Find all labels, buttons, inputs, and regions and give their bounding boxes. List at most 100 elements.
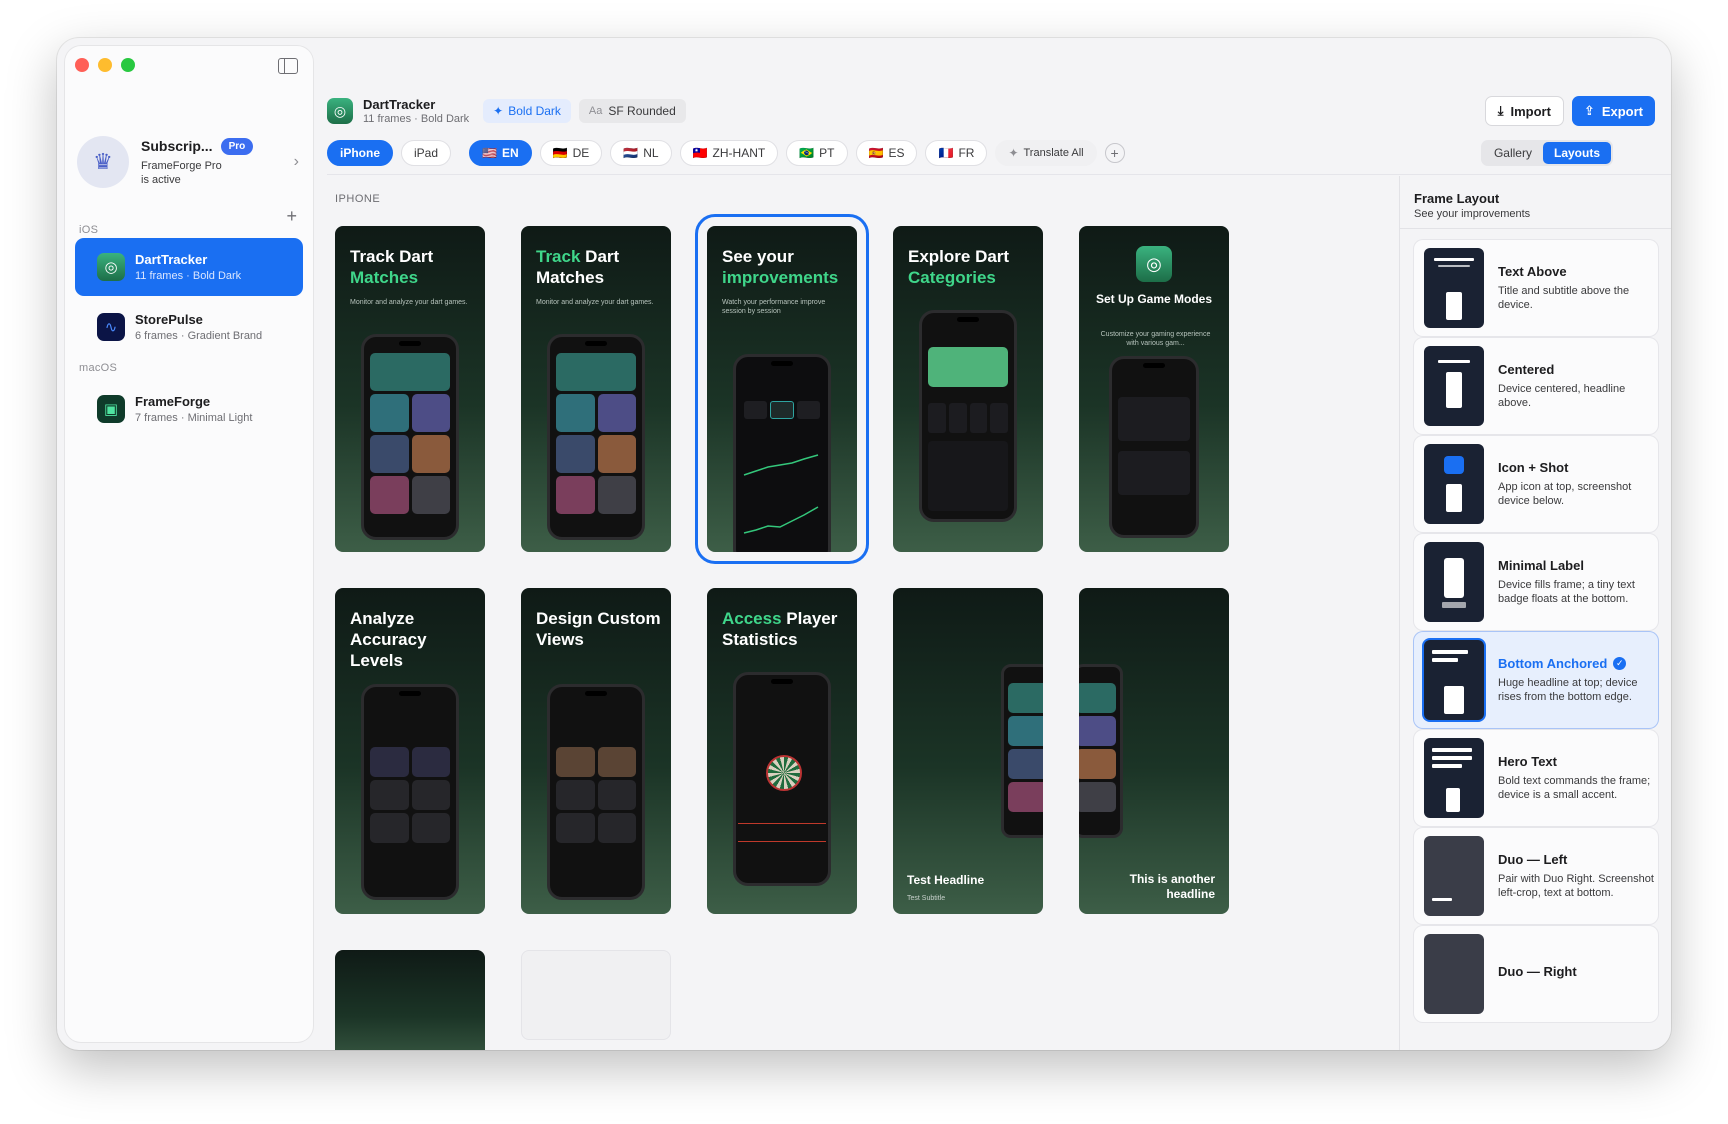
device-mockup (1109, 356, 1199, 538)
empty-frame-slot[interactable] (521, 950, 671, 1040)
layout-thumbnail (1424, 248, 1484, 328)
frames-canvas: IPHONE Track Dart Matches Monitor and ana… (313, 176, 1399, 1050)
device-mockup (919, 310, 1017, 522)
layout-name: Text Above (1498, 264, 1567, 279)
lang-tab-nl[interactable]: 🇳🇱 NL (610, 140, 672, 166)
project-meta: 6 frames · Gradient Brand (135, 330, 263, 342)
pulse-icon: ∿ (97, 313, 125, 341)
layout-name: Icon + Shot (1498, 460, 1569, 475)
theme-chip[interactable]: ✦ Bold Dark (483, 99, 571, 123)
subscription-title: Subscrip... (141, 138, 213, 154)
frame-card[interactable]: Track Dart Matches Monitor and analyze y… (521, 226, 671, 552)
view-tab-layouts[interactable]: Layouts (1542, 142, 1611, 164)
app-meta: 11 frames · Bold Dark (363, 113, 470, 125)
frame-subtitle: Test Subtitle (907, 895, 946, 902)
lang-tab-fr[interactable]: 🇫🇷 FR (925, 140, 988, 166)
layout-name: Centered (1498, 362, 1555, 377)
layout-option-minimal-label[interactable]: Minimal Label Device fills frame; a tiny… (1414, 534, 1658, 630)
chevron-right-icon: › (293, 153, 299, 170)
toolbar: iPhone iPad 🇺🇸 EN 🇩🇪 DE 🇳🇱 NL 🇹🇼 ZH-HANT 🇧🇷 P… (327, 136, 1671, 175)
frame-headline: Set Up Game Modes (1095, 292, 1213, 306)
layout-option-centered[interactable]: Centered Device centered, headline above… (1414, 338, 1658, 434)
device-mockup (361, 684, 459, 900)
frame-headline: Test Headline (907, 873, 985, 887)
dartboard-icon (766, 755, 802, 791)
device-tab-ipad[interactable]: iPad (401, 140, 452, 166)
zoom-window-button[interactable] (121, 58, 135, 72)
layout-desc: Pair with Duo Right. Screenshot left-cro… (1498, 873, 1654, 899)
frame-card[interactable]: Test Headline Test Subtitle (893, 588, 1043, 914)
layout-desc: Title and subtitle above the device. (1498, 285, 1630, 311)
import-button[interactable]: ⤓ Import (1484, 96, 1564, 126)
frame-card[interactable]: ◎ Set Up Game Modes Customize your gamin… (1079, 226, 1229, 552)
layout-option-duo-right[interactable]: Duo — Right (1414, 926, 1658, 1022)
lang-tab-pt[interactable]: 🇧🇷 PT (786, 140, 848, 166)
device-tab-iphone[interactable]: iPhone (327, 140, 394, 166)
layout-name: Hero Text (1498, 754, 1557, 769)
section-label-ios: iOS (79, 224, 99, 236)
sparkle-icon: ✦ (493, 104, 504, 118)
device-mockup (733, 354, 831, 552)
font-chip[interactable]: Aa SF Rounded (578, 99, 686, 123)
sidebar-toggle-icon[interactable] (278, 58, 298, 74)
panel-title: Frame Layout (1414, 191, 1500, 206)
frame-headline: Track Dart Matches (350, 247, 434, 287)
device-mockup (361, 334, 459, 540)
layout-option-duo-left[interactable]: Duo — Left Pair with Duo Right. Screensh… (1414, 828, 1658, 924)
sidebar-item-darttracker[interactable]: ◎ DartTracker 11 frames · Bold Dark (75, 238, 303, 296)
import-icon: ⤓ (1497, 103, 1504, 118)
sidebar-item-storepulse[interactable]: ∿ StorePulse 6 frames · Gradient Brand (75, 298, 303, 356)
frame-headline: This is another headline (1129, 872, 1215, 901)
frame-card[interactable]: Design Custom Views (521, 588, 671, 914)
device-mockup (733, 672, 831, 886)
lang-tab-de[interactable]: 🇩🇪 DE (539, 140, 603, 166)
layout-thumbnail (1424, 640, 1484, 720)
lang-tab-zh-hant[interactable]: 🇹🇼 ZH-HANT (679, 140, 779, 166)
layout-option-bottom-anchored[interactable]: Bottom Anchored ✓ Huge headline at top; d… (1414, 632, 1658, 728)
layout-option-hero-text[interactable]: Hero Text Bold text commands the frame; … (1414, 730, 1658, 826)
subscription-status: FrameForge Pro is active (141, 159, 222, 186)
translate-all-button[interactable]: ✦ Translate All (995, 140, 1097, 166)
view-tab-gallery[interactable]: Gallery (1483, 142, 1543, 164)
frame-headline: Track Dart Matches (536, 247, 620, 287)
app-window: ♛ Subscrip... Pro FrameForge Pro is acti… (57, 38, 1671, 1050)
frame-card[interactable]: Explore Dart Categories (893, 226, 1043, 552)
layout-desc: App icon at top, screenshot device below… (1498, 481, 1632, 507)
frame-card[interactable]: Access Player Statistics (707, 588, 857, 914)
frame-card[interactable] (335, 950, 485, 1050)
frame-card[interactable]: Analyze Accuracy Levels (335, 588, 485, 914)
minimize-window-button[interactable] (98, 58, 112, 72)
project-name: DartTracker (135, 252, 208, 267)
layout-desc: Huge headline at top; device rises from … (1498, 677, 1638, 703)
panel-subtitle: See your improvements (1414, 208, 1531, 220)
layout-option-icon-shot[interactable]: Icon + Shot App icon at top, screenshot … (1414, 436, 1658, 532)
frame-headline: Access Player Statistics (722, 609, 838, 649)
frame-headline: Explore Dart Categories (908, 247, 1010, 287)
frame-subtitle: Watch your performance improve session b… (722, 299, 826, 315)
lang-tab-es[interactable]: 🇪🇸 ES (855, 140, 918, 166)
layout-option-text-above[interactable]: Text Above Title and subtitle above the … (1414, 240, 1658, 336)
frame-subtitle: Customize your gaming experience with va… (1100, 331, 1211, 347)
frame-headline: See your improvements (722, 247, 839, 287)
frame-headline: Analyze Accuracy Levels (350, 609, 427, 670)
add-language-button[interactable]: + (1104, 143, 1125, 163)
frame-card[interactable]: This is another headline (1079, 588, 1229, 914)
device-mockup (1001, 664, 1043, 838)
frame-layout-panel: Frame Layout See your improvements Text … (1399, 176, 1671, 1050)
subscription-card[interactable]: ♛ Subscrip... Pro FrameForge Pro is acti… (77, 126, 303, 198)
line-chart-graphic (743, 454, 819, 476)
lang-tab-en[interactable]: 🇺🇸 EN (469, 140, 532, 166)
layout-thumbnail (1424, 346, 1484, 426)
frame-card-selected[interactable]: See your improvements Watch your performa… (695, 214, 869, 564)
add-project-button[interactable]: + (286, 206, 297, 227)
device-mockup (547, 334, 645, 540)
frame-subtitle: Monitor and analyze your dart games. (350, 299, 468, 306)
export-button[interactable]: ⇪ Export (1571, 96, 1655, 126)
layout-name: Duo — Right (1498, 964, 1577, 979)
divider (1400, 228, 1671, 229)
frame-headline: Design Custom Views (536, 609, 661, 649)
frame-card[interactable]: Track Dart Matches Monitor and analyze yo… (335, 226, 485, 552)
project-name: StorePulse (135, 312, 203, 327)
sidebar-item-frameforge[interactable]: ▣ FrameForge 7 frames · Minimal Light (75, 380, 303, 438)
close-window-button[interactable] (75, 58, 89, 72)
